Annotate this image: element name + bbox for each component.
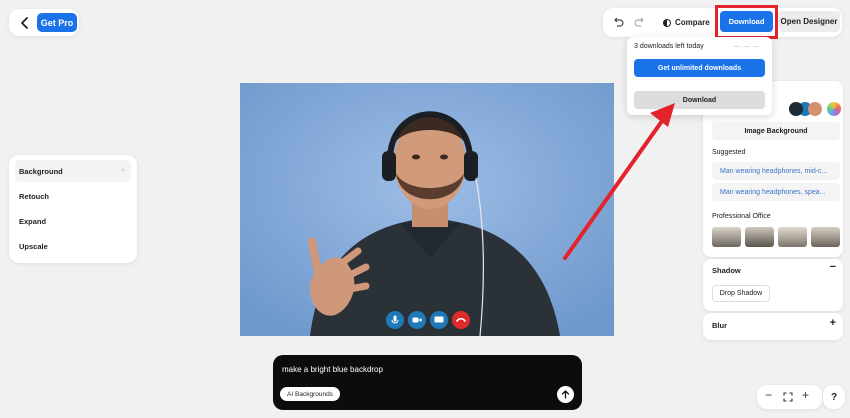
back-arrow-icon[interactable] — [17, 15, 33, 31]
blur-section: Blur + — [703, 313, 843, 340]
menu-item-expand[interactable]: Expand — [19, 217, 46, 226]
download-file-button[interactable]: Download — [634, 91, 765, 109]
blur-expand-icon[interactable]: + — [830, 317, 836, 329]
zoom-controls: − + — [757, 385, 822, 409]
fit-screen-icon[interactable] — [783, 392, 793, 402]
downloads-left-text: 3 downloads left today — [634, 43, 704, 50]
suggested-label: Suggested — [712, 149, 746, 156]
help-button[interactable]: ? — [823, 385, 845, 409]
image-background-button[interactable]: Image Background — [712, 122, 840, 140]
open-designer-button[interactable]: Open Designer — [778, 11, 840, 32]
office-thumbnail[interactable] — [811, 227, 840, 247]
compare-label: Compare — [675, 18, 710, 27]
video-call-controls — [386, 311, 474, 329]
professional-office-label: Professional Office — [712, 213, 771, 220]
shadow-label: Shadow — [712, 266, 741, 275]
color-picker-swatch[interactable] — [827, 102, 841, 116]
undo-icon[interactable] — [611, 15, 625, 29]
ai-prompt-box[interactable]: make a bright blue backdrop AI Backgroun… — [273, 355, 582, 410]
menu-item-upscale[interactable]: Upscale — [19, 242, 48, 251]
edit-menu: Background « Retouch Expand Upscale — [9, 155, 137, 263]
suggestion-item[interactable]: Man wearing headphones, spea... — [712, 183, 840, 201]
zoom-out-icon[interactable]: − — [765, 388, 772, 402]
prompt-text[interactable]: make a bright blue backdrop — [282, 365, 383, 374]
progress-dots: — — — — [733, 44, 760, 50]
collapse-icon[interactable]: « — [121, 167, 125, 174]
get-unlimited-downloads-button[interactable]: Get unlimited downloads — [634, 59, 765, 77]
shadow-section: Shadow − Drop Shadow — [703, 259, 843, 311]
arrow-up-icon — [561, 390, 570, 399]
download-dropdown: 3 downloads left today — — — Get unlimit… — [627, 37, 772, 115]
menu-item-background[interactable]: Background — [19, 167, 63, 176]
chat-icon — [430, 311, 448, 329]
download-button[interactable]: Download — [720, 11, 773, 32]
shadow-collapse-icon[interactable]: − — [830, 261, 836, 273]
color-swatch-dark[interactable] — [789, 102, 803, 116]
office-thumbnail[interactable] — [778, 227, 807, 247]
back-and-pro-bar: Get Pro — [9, 9, 79, 36]
office-thumbnail[interactable] — [712, 227, 741, 247]
zoom-in-icon[interactable]: + — [802, 388, 809, 402]
hang-up-icon — [452, 311, 470, 329]
photo-illustration — [240, 83, 614, 336]
compare-icon — [663, 18, 671, 27]
blur-label: Blur — [712, 321, 727, 330]
ai-backgrounds-chip[interactable]: AI Backgrounds — [280, 387, 340, 401]
redo-icon[interactable] — [633, 15, 647, 29]
mic-icon — [386, 311, 404, 329]
edited-photo[interactable] — [240, 83, 614, 336]
send-button[interactable] — [557, 386, 574, 403]
drop-shadow-button[interactable]: Drop Shadow — [712, 285, 770, 302]
suggestion-item[interactable]: Man wearing headphones, mid-c... — [712, 162, 840, 180]
camera-icon — [408, 311, 426, 329]
compare-button[interactable]: Compare — [663, 8, 710, 37]
color-swatch-tan[interactable] — [808, 102, 822, 116]
menu-item-retouch[interactable]: Retouch — [19, 192, 49, 201]
office-thumbnail[interactable] — [745, 227, 774, 247]
get-pro-button[interactable]: Get Pro — [37, 13, 77, 32]
